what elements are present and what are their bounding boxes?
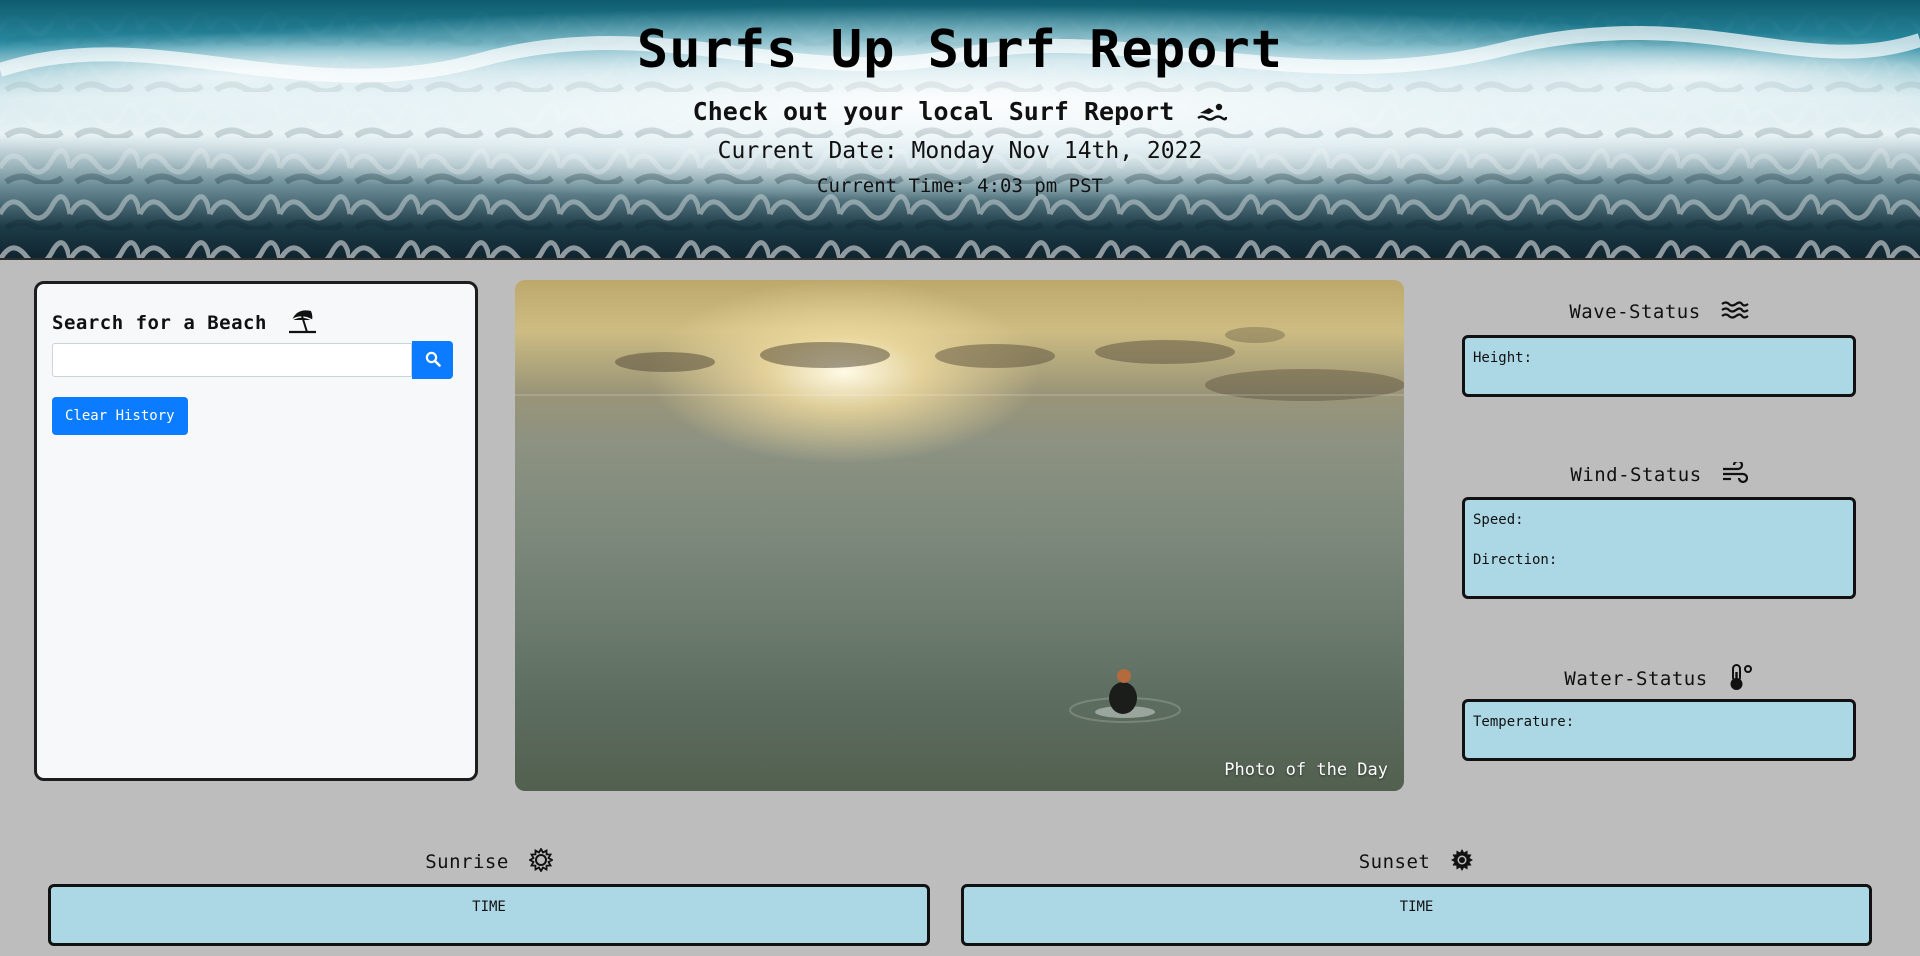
search-panel: Search for a Beach Clear History xyxy=(34,281,478,781)
page-subtitle-text: Check out your local Surf Report xyxy=(692,97,1175,126)
sunset-heading: Sunset xyxy=(961,848,1872,877)
swimmer-icon xyxy=(1197,99,1228,128)
sunset-title: Sunset xyxy=(1358,851,1431,873)
current-date: Current Date: Monday Nov 14th, 2022 xyxy=(717,138,1203,164)
search-input[interactable] xyxy=(52,343,412,377)
water-status-title: Water-Status xyxy=(1564,668,1708,690)
clear-history-button[interactable]: Clear History xyxy=(52,397,188,435)
sunset-time: TIME xyxy=(1399,899,1434,915)
wave-status-box: Height: xyxy=(1462,335,1856,397)
wave-status-heading: Wave-Status xyxy=(1462,300,1856,325)
page-title: Surfs Up Surf Report xyxy=(636,20,1284,80)
umbrella-beach-icon xyxy=(287,308,317,339)
sunrise-time: TIME xyxy=(472,899,506,915)
search-heading-text: Search for a Beach xyxy=(52,312,267,334)
current-time: Current Time: 4:03 pm PST xyxy=(817,175,1103,197)
temperature-icon xyxy=(1728,664,1754,695)
surfer-photo xyxy=(515,327,1404,723)
sunset-box: TIME xyxy=(961,884,1872,946)
water-status-heading: Water-Status xyxy=(1462,664,1856,695)
photo-of-the-day: Photo of the Day xyxy=(515,280,1404,791)
hero-banner: Surfs Up Surf Report Check out your loca… xyxy=(0,0,1920,260)
wind-direction-label: Direction: xyxy=(1473,552,1558,568)
sunrise-heading: Sunrise xyxy=(48,847,930,877)
photo-caption: Photo of the Day xyxy=(1224,760,1388,780)
sunrise-title: Sunrise xyxy=(425,851,509,873)
wave-status-title: Wave-Status xyxy=(1569,301,1701,323)
sun-solid-icon xyxy=(1450,848,1474,877)
search-heading: Search for a Beach xyxy=(52,308,317,339)
wind-status-heading: Wind-Status xyxy=(1462,459,1856,489)
search-button[interactable] xyxy=(412,341,453,379)
wind-status-box: Speed: Direction: xyxy=(1462,497,1856,599)
sun-outline-icon xyxy=(527,847,554,877)
wind-icon xyxy=(1722,459,1748,489)
page-subtitle: Check out your local Surf Report xyxy=(0,97,1920,128)
water-icon xyxy=(1720,300,1749,325)
wind-status-title: Wind-Status xyxy=(1570,464,1702,486)
wave-height-label: Height: xyxy=(1473,350,1533,366)
wind-speed-label: Speed: xyxy=(1473,512,1524,528)
search-row xyxy=(52,341,453,379)
search-icon xyxy=(425,351,441,370)
water-temperature-label: Temperature: xyxy=(1473,714,1575,730)
water-status-box: Temperature: xyxy=(1462,699,1856,761)
sunrise-box: TIME xyxy=(48,884,930,946)
